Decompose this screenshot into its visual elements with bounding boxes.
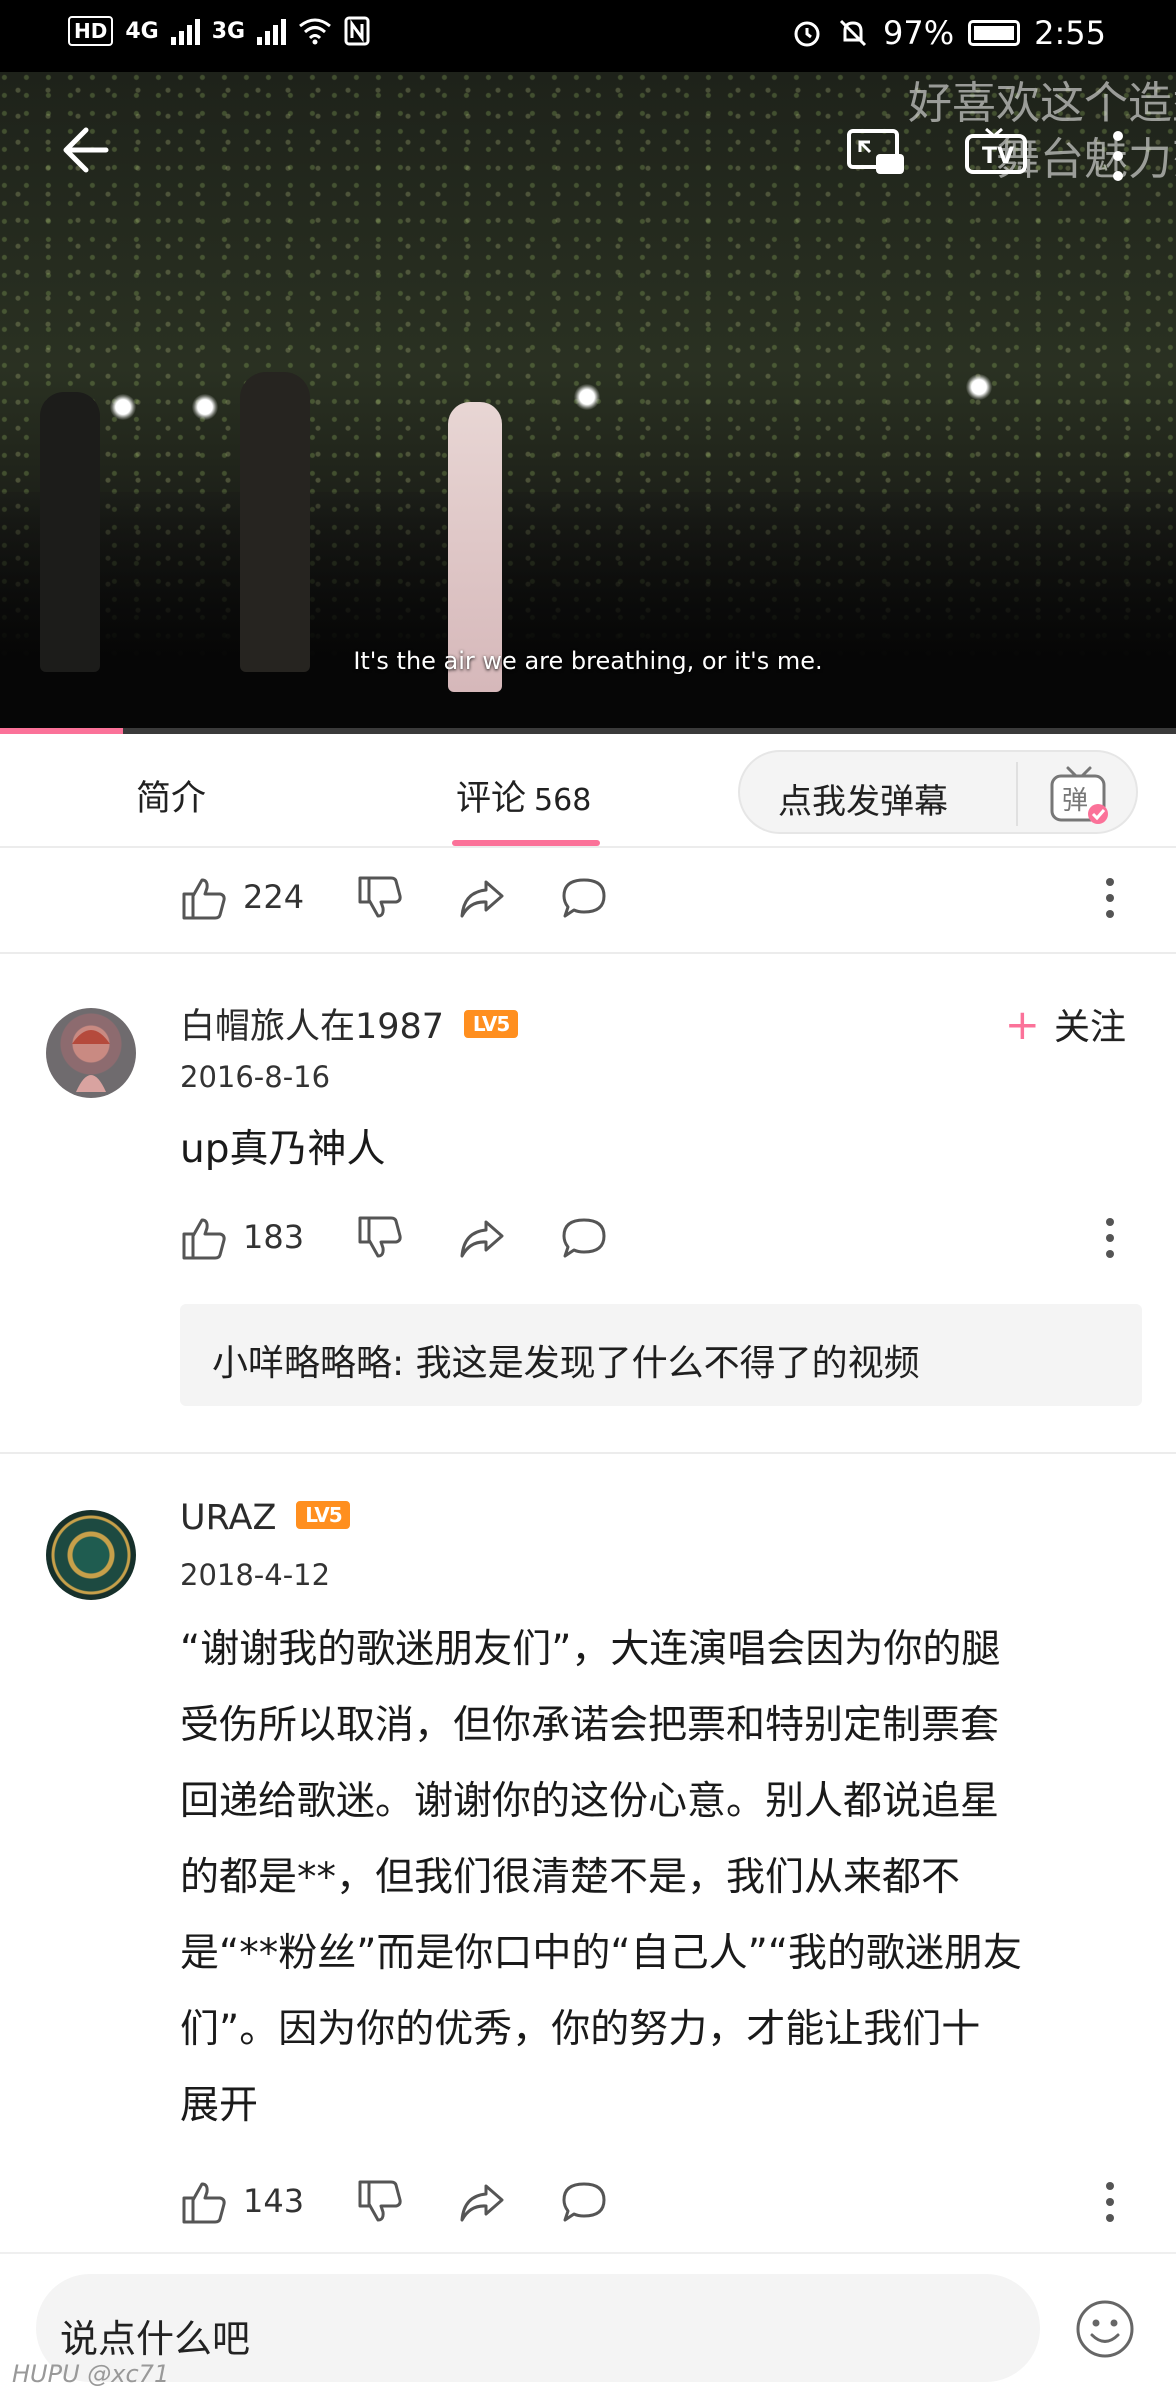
- network-4g-label: 4G: [125, 18, 159, 44]
- tab-comments-label: 评论: [456, 779, 527, 819]
- svg-text:TV: TV: [982, 144, 1014, 169]
- plus-icon: +: [1004, 1000, 1040, 1049]
- mute-bell-icon: [839, 19, 867, 47]
- status-bar-right: 97% 2:55: [791, 14, 1106, 52]
- username-text: URAZ: [180, 1498, 277, 1538]
- comment-line: 的都是**，但我们很清楚不是，我们从来都不: [180, 1855, 961, 1900]
- like-icon[interactable]: [180, 1214, 228, 1262]
- follow-button[interactable]: + 关注: [1005, 998, 1126, 1050]
- user-avatar[interactable]: [46, 1008, 136, 1098]
- reply-icon[interactable]: [560, 874, 608, 922]
- comment-input-placeholder: 说点什么吧: [60, 2317, 251, 2361]
- video-player[interactable]: 好喜欢这个造型 舞台魅力范 It's the air we are breath…: [0, 72, 1176, 732]
- battery-percent: 97%: [883, 14, 955, 52]
- dislike-icon[interactable]: [356, 1214, 404, 1262]
- comment-line: 受伤所以取消，但你承诺会把票和特别定制票套: [180, 1703, 1000, 1748]
- comment-text: up真乃神人: [180, 1127, 386, 1172]
- reply-icon[interactable]: [560, 1214, 608, 1262]
- signal-icon-2: [257, 17, 287, 45]
- signal-icon: [170, 17, 200, 45]
- comment-more-icon[interactable]: [1086, 1214, 1134, 1262]
- reply-preview-text: 小咩略略略: 我这是发现了什么不得了的视频: [212, 1343, 920, 1384]
- clock-time: 2:55: [1034, 14, 1106, 52]
- hd-badge: HD: [68, 16, 114, 46]
- danmaku-toggle-icon[interactable]: 弹: [1048, 764, 1110, 826]
- stage-light: [192, 394, 218, 420]
- like-count: 143: [243, 2182, 305, 2220]
- video-subtitle: It's the air we are breathing, or it's m…: [353, 647, 823, 675]
- status-bar: HD 4G 3G 97% 2:55: [0, 0, 1176, 72]
- level-badge: LV5: [464, 1010, 519, 1038]
- video-figure-left: [40, 392, 100, 672]
- comment-username[interactable]: URAZ LV5: [180, 1498, 351, 1538]
- like-icon[interactable]: [180, 874, 228, 922]
- follow-label: 关注: [1053, 1007, 1126, 1048]
- dislike-icon[interactable]: [356, 874, 404, 922]
- danmaku-comment: 舞台魅力范: [996, 134, 1176, 185]
- comment-divider: [0, 1452, 1176, 1454]
- reply-preview[interactable]: 小咩略略略: 我这是发现了什么不得了的视频: [180, 1304, 1142, 1406]
- comment-date: 2016-8-16: [180, 1060, 331, 1094]
- more-vertical-icon[interactable]: [1108, 128, 1128, 184]
- back-arrow-icon[interactable]: [56, 122, 112, 178]
- watermark-text: HUPU @xc71: [12, 2360, 170, 2388]
- share-icon[interactable]: [458, 1214, 506, 1262]
- tv-cast-icon[interactable]: TV: [964, 126, 1028, 180]
- like-icon[interactable]: [180, 2178, 228, 2226]
- tab-bar: 简介 评论 568 点我发弹幕 弹: [0, 734, 1176, 848]
- wifi-icon: [299, 18, 332, 45]
- username-text: 白帽旅人在1987: [180, 1007, 445, 1047]
- comment-line: 回递给歌迷。谢谢你的这份心意。别人都说追星: [180, 1779, 1000, 1824]
- video-stage-scene: [0, 492, 1176, 732]
- picture-in-picture-icon[interactable]: [846, 128, 906, 178]
- alarm-icon: [794, 21, 820, 47]
- tab-bar-border: [0, 846, 1176, 848]
- reply-icon[interactable]: [560, 2178, 608, 2226]
- user-avatar[interactable]: [46, 1510, 136, 1600]
- comment-more-icon[interactable]: [1086, 874, 1134, 922]
- stage-light: [966, 374, 992, 400]
- comment-input[interactable]: 说点什么吧: [36, 2274, 1040, 2382]
- network-3g-label: 3G: [211, 18, 246, 44]
- tab-comments-count: 568: [534, 783, 592, 818]
- comment-date: 2018-4-12: [180, 1558, 331, 1592]
- tab-comments[interactable]: 评论 568: [456, 770, 591, 821]
- svg-text:弹: 弹: [1062, 786, 1088, 816]
- comment-actions: 224: [0, 868, 1176, 928]
- battery-icon: [968, 20, 1021, 46]
- share-icon[interactable]: [458, 874, 506, 922]
- like-count: 183: [243, 1218, 305, 1256]
- emoji-icon[interactable]: [1074, 2298, 1136, 2360]
- comment-input-bar: 说点什么吧: [0, 2252, 1176, 2400]
- comment-line: 是“**粉丝”而是你口中的“自己人”“我的歌迷朋友: [180, 1931, 1023, 1976]
- comment-text: “谢谢我的歌迷朋友们”，大连演唱会因为你的腿 受伤所以取消，但你承诺会把票和特别…: [180, 1612, 1130, 2144]
- dislike-icon[interactable]: [356, 2178, 404, 2226]
- danmaku-layer: 好喜欢这个造型 舞台魅力范: [908, 76, 1176, 188]
- send-danmaku-label: 点我发弹幕: [778, 782, 948, 822]
- danmaku-pill-divider: [1016, 762, 1018, 826]
- danmaku-comment: 好喜欢这个造型: [908, 78, 1176, 129]
- comment-line: “谢谢我的歌迷朋友们”，大连演唱会因为你的腿: [180, 1627, 1001, 1672]
- comment-more-icon[interactable]: [1086, 2178, 1134, 2226]
- like-count: 224: [243, 878, 305, 916]
- nfc-icon: [344, 16, 370, 46]
- expand-link[interactable]: 展开: [180, 2068, 1130, 2144]
- comment-actions: 183: [0, 1208, 1176, 1268]
- status-bar-left: HD 4G 3G: [68, 16, 370, 46]
- stage-light: [574, 384, 600, 410]
- comment-actions: 143: [0, 2172, 1176, 2232]
- video-figure-guitarist: [240, 372, 310, 672]
- share-icon[interactable]: [458, 2178, 506, 2226]
- tab-intro[interactable]: 简介: [136, 770, 206, 821]
- comment-divider: [0, 952, 1176, 954]
- comment-line: 们”。因为你的优秀，你的努力，才能让我们十: [180, 2007, 981, 2052]
- send-danmaku-button[interactable]: 点我发弹幕 弹: [738, 750, 1138, 834]
- comment-username[interactable]: 白帽旅人在1987 LV5: [180, 998, 519, 1049]
- stage-light: [110, 394, 136, 420]
- level-badge: LV5: [296, 1501, 351, 1529]
